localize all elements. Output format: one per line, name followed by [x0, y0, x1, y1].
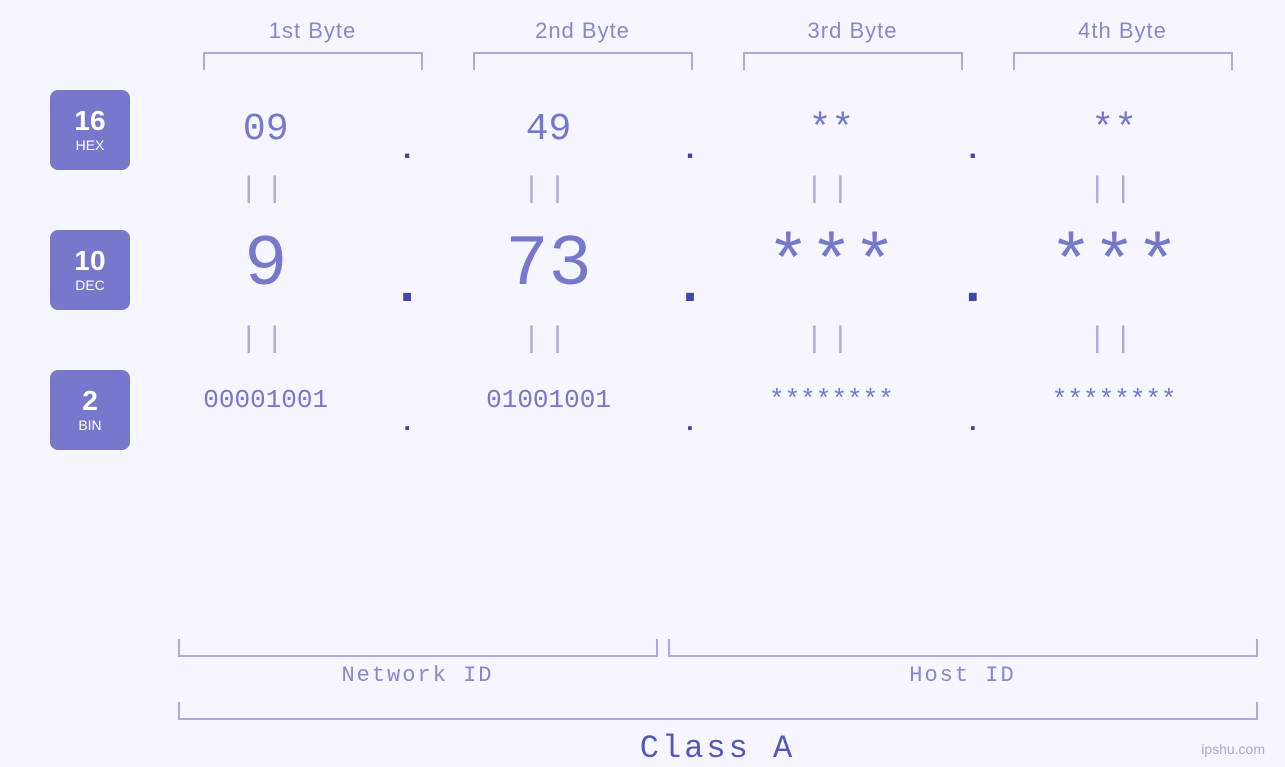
bracket-top-3 [743, 52, 963, 70]
bin-byte4: ******** [1004, 387, 1224, 413]
byte-label-4: 4th Byte [1013, 18, 1233, 44]
dec-dot1: . [387, 259, 427, 320]
main-container: 1st Byte 2nd Byte 3rd Byte 4th Byte 16 H… [0, 0, 1285, 767]
bin-name: BIN [78, 417, 101, 433]
hex-dot2: . [670, 136, 710, 170]
id-labels: Network ID Host ID [178, 663, 1258, 688]
byte-label-3: 3rd Byte [743, 18, 963, 44]
sep-row-2: || || || || [150, 320, 1230, 360]
dec-dot3: . [953, 259, 993, 320]
bin-value-row: 00001001 . 01001001 . ******** . *******… [150, 360, 1230, 440]
hex-name: HEX [76, 137, 105, 153]
top-brackets [178, 52, 1258, 70]
bottom-brackets [178, 639, 1258, 657]
dec-badge: 10 DEC [50, 230, 130, 310]
bin-dot1: . [387, 410, 427, 440]
bin-dot2: . [670, 410, 710, 440]
byte-label-2: 2nd Byte [473, 18, 693, 44]
hex-dot1: . [387, 136, 427, 170]
hex-byte4: ** [1004, 111, 1224, 149]
dec-byte4: *** [1004, 229, 1224, 301]
dec-name: DEC [75, 277, 105, 293]
hex-byte3: ** [721, 111, 941, 149]
big-bracket-bottom [178, 702, 1258, 720]
bin-number: 2 [82, 387, 98, 415]
hex-value-row: 09 . 49 . ** . ** [150, 90, 1230, 170]
bin-byte3: ******** [721, 387, 941, 413]
bracket-host [668, 639, 1258, 657]
hex-number: 16 [74, 107, 105, 135]
content-grid: 09 . 49 . ** . ** || || || || 9 . [150, 70, 1285, 440]
hex-byte2: 49 [439, 111, 659, 149]
dec-byte3: *** [721, 229, 941, 301]
main-area: 16 HEX 10 DEC 2 BIN 09 . 49 . ** . ** [0, 70, 1285, 639]
bracket-top-4 [1013, 52, 1233, 70]
host-id-label: Host ID [668, 663, 1258, 688]
hex-badge: 16 HEX [50, 90, 130, 170]
byte-labels-row: 1st Byte 2nd Byte 3rd Byte 4th Byte [178, 18, 1258, 44]
byte-label-1: 1st Byte [203, 18, 423, 44]
big-bracket-row [178, 702, 1258, 720]
network-id-label: Network ID [178, 663, 658, 688]
hex-dot3: . [953, 136, 993, 170]
hex-byte1: 09 [156, 111, 376, 149]
dec-number: 10 [74, 247, 105, 275]
parallel-8: || [1004, 323, 1224, 357]
left-labels: 16 HEX 10 DEC 2 BIN [0, 70, 150, 450]
dec-byte1: 9 [156, 229, 376, 301]
bin-byte2: 01001001 [439, 387, 659, 413]
dec-dot2: . [670, 259, 710, 320]
parallel-6: || [439, 323, 659, 357]
bin-dot3: . [953, 410, 993, 440]
class-label: Class A [178, 730, 1258, 767]
parallel-1: || [156, 173, 376, 207]
bracket-top-2 [473, 52, 693, 70]
dec-value-row: 9 . 73 . *** . *** [150, 210, 1230, 320]
watermark: ipshu.com [1201, 741, 1265, 757]
bin-byte1: 00001001 [156, 387, 376, 413]
bracket-top-1 [203, 52, 423, 70]
bin-badge: 2 BIN [50, 370, 130, 450]
parallel-5: || [156, 323, 376, 357]
parallel-4: || [1004, 173, 1224, 207]
bottom-area: Network ID Host ID Class A [178, 639, 1258, 767]
parallel-7: || [721, 323, 941, 357]
sep-row-1: || || || || [150, 170, 1230, 210]
parallel-2: || [439, 173, 659, 207]
dec-byte2: 73 [439, 229, 659, 301]
bracket-network [178, 639, 658, 657]
parallel-3: || [721, 173, 941, 207]
